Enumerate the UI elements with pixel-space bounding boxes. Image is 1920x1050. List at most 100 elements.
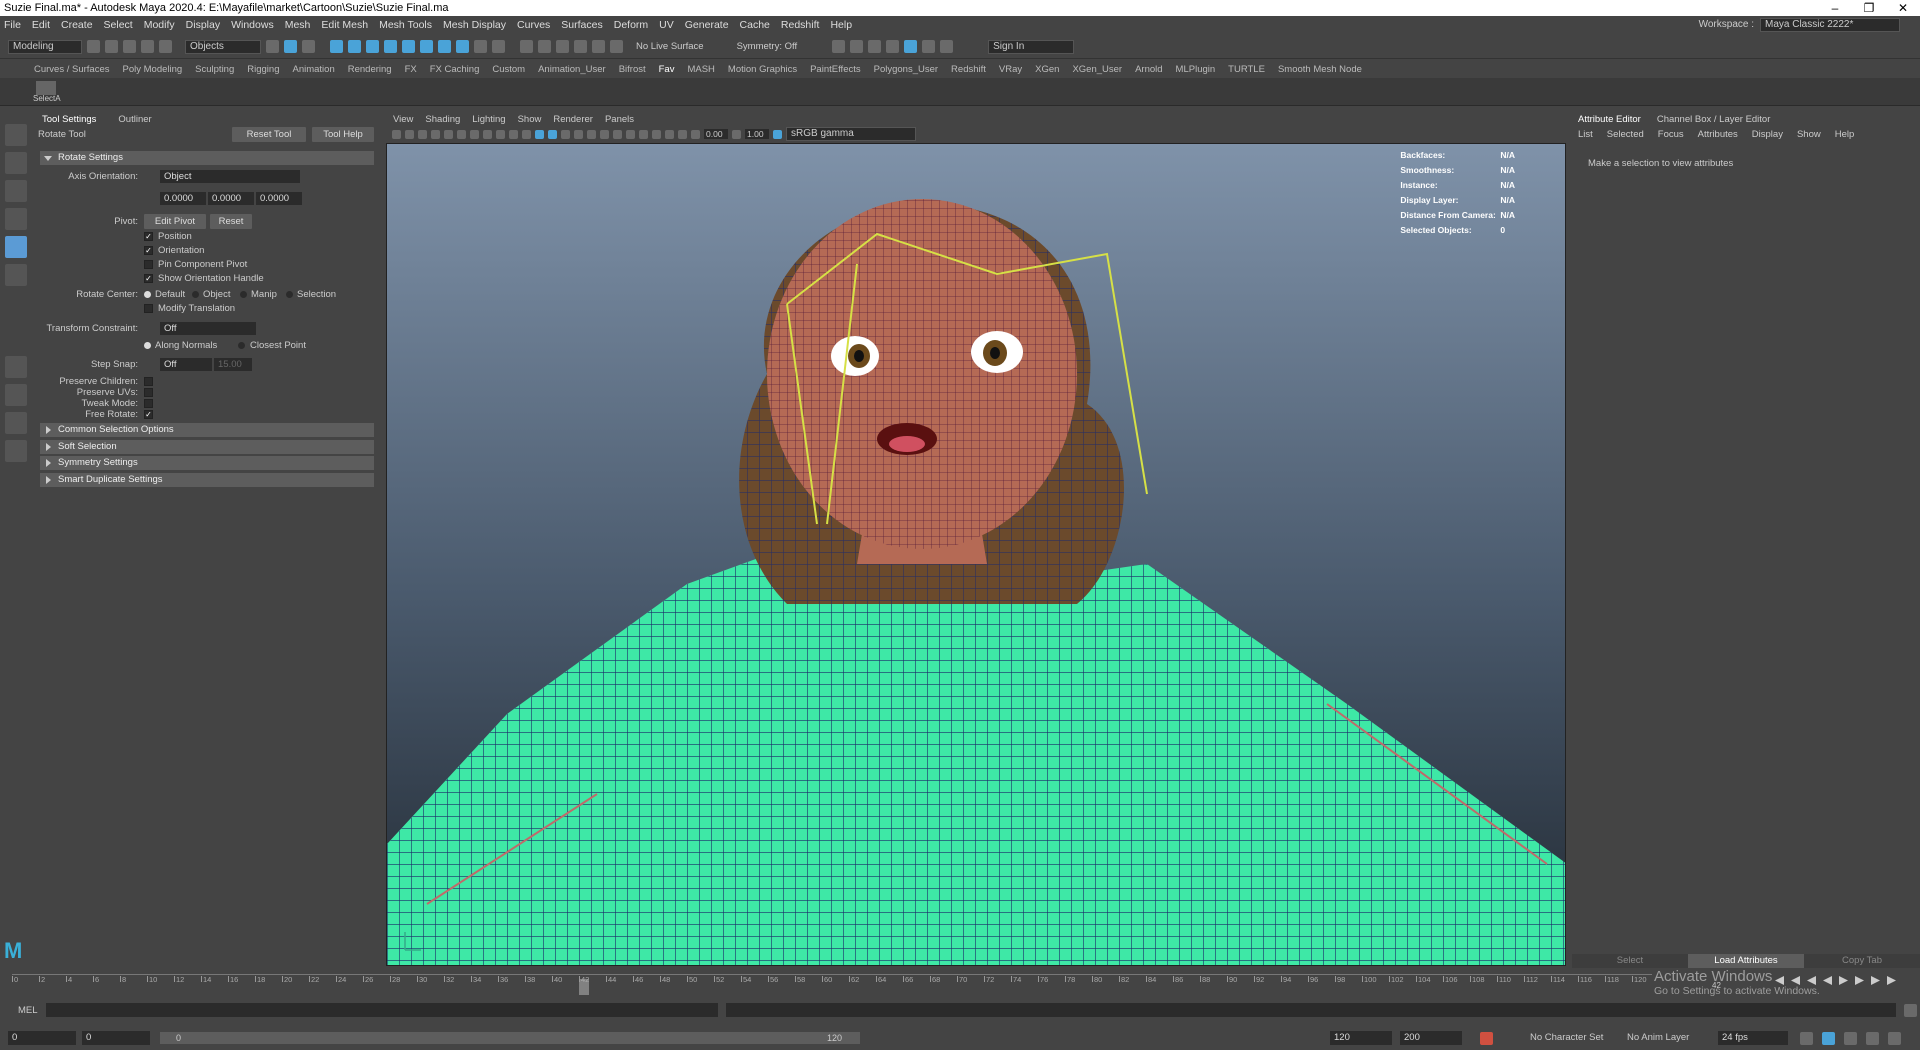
play-forwards-icon[interactable]: [1839, 976, 1848, 985]
select-tool-icon[interactable]: [5, 124, 27, 146]
modify-translation-checkbox[interactable]: [144, 304, 153, 313]
shelf-tab-arnold[interactable]: Arnold: [1135, 64, 1162, 75]
resolution-gate-icon[interactable]: [470, 129, 479, 139]
image-plane-icon[interactable]: [431, 129, 440, 139]
attr-menu-attributes[interactable]: Attributes: [1698, 129, 1738, 140]
step-snap-amount-field[interactable]: 15.00: [214, 358, 252, 371]
render-current-frame-icon[interactable]: [832, 40, 846, 53]
shelf-tab-polygons-user[interactable]: Polygons_User: [874, 64, 938, 75]
select-by-joint-icon[interactable]: [348, 40, 361, 53]
ambient-occlusion-icon[interactable]: [613, 129, 622, 139]
viewport-menu-renderer[interactable]: Renderer: [553, 114, 593, 125]
shelf-tab-sculpting[interactable]: Sculpting: [195, 64, 234, 75]
time-slider[interactable]: 0 2 4 6 8 10 12 14 16 18 20 22 24 26 28 30 32 34 36 38 40 42 4…: [0, 970, 1920, 998]
snap-vertex-icon[interactable]: [610, 40, 623, 53]
viewport-canvas[interactable]: Backfaces: N/A Smoothness: N/A Instance: N/A D…: [386, 143, 1566, 966]
minimize-icon[interactable]: –: [1820, 0, 1850, 16]
select-by-misc-icon[interactable]: [456, 40, 469, 53]
default-material-icon[interactable]: [561, 129, 570, 139]
shadows-icon[interactable]: [600, 129, 609, 139]
attr-menu-focus[interactable]: Focus: [1658, 129, 1684, 140]
tweak-mode-checkbox[interactable]: [144, 399, 153, 408]
select-component-icon[interactable]: [302, 40, 315, 53]
hypershade-icon[interactable]: [886, 40, 900, 53]
shelf-tab-animation[interactable]: Animation: [292, 64, 334, 75]
position-checkbox[interactable]: ✓: [144, 232, 153, 241]
menu-mesh-tools[interactable]: Mesh Tools: [379, 19, 432, 31]
shelf-tab-rigging[interactable]: Rigging: [247, 64, 279, 75]
attr-menu-show[interactable]: Show: [1797, 129, 1821, 140]
shelf-tab-custom[interactable]: Custom: [492, 64, 525, 75]
loop-icon[interactable]: [1800, 1032, 1813, 1045]
highlight-selection-icon[interactable]: [492, 40, 505, 53]
snap-live-icon[interactable]: [592, 40, 605, 53]
select-by-surface-icon[interactable]: [384, 40, 397, 53]
safe-action-icon[interactable]: [509, 129, 518, 139]
xray-icon[interactable]: [665, 129, 674, 139]
go-to-end-icon[interactable]: [1887, 976, 1896, 985]
grid-toggle-icon[interactable]: [444, 129, 453, 139]
tab-tool-settings[interactable]: Tool Settings: [42, 114, 96, 125]
play-backwards-icon[interactable]: [1823, 976, 1832, 985]
scale-tool-icon[interactable]: [5, 264, 27, 286]
step-snap-dropdown[interactable]: Off: [160, 358, 212, 371]
axis-z-field[interactable]: 0.0000: [256, 192, 302, 205]
menu-select[interactable]: Select: [104, 19, 133, 31]
attr-menu-display[interactable]: Display: [1752, 129, 1783, 140]
shelf-tab-turtle[interactable]: TURTLE: [1228, 64, 1265, 75]
menu-deform[interactable]: Deform: [614, 19, 648, 31]
sign-in-dropdown[interactable]: Sign In: [988, 39, 1075, 54]
xray-joints-icon[interactable]: [678, 129, 687, 139]
menu-help[interactable]: Help: [830, 19, 852, 31]
shelf-tab-curves-surfaces[interactable]: Curves / Surfaces: [34, 64, 110, 75]
shelf-tab-mlplugin[interactable]: MLPlugin: [1176, 64, 1216, 75]
rotate-tool-icon[interactable]: [5, 236, 27, 258]
shelf-tab-xgen-user[interactable]: XGen_User: [1072, 64, 1122, 75]
menu-file[interactable]: File: [4, 19, 21, 31]
menu-mesh-display[interactable]: Mesh Display: [443, 19, 506, 31]
time-ruler[interactable]: 0 2 4 6 8 10 12 14 16 18 20 22 24 26 28 30 32 34 36 38 40 42 4…: [12, 974, 1652, 995]
script-editor-icon[interactable]: [1903, 1003, 1917, 1017]
snap-view-plane-icon[interactable]: [574, 40, 587, 53]
lock-selection-icon[interactable]: [474, 40, 487, 53]
select-tool-shelf-icon[interactable]: [36, 81, 56, 95]
range-slider-bar[interactable]: 0 120: [160, 1032, 860, 1044]
auto-key-icon[interactable]: [1480, 1032, 1493, 1045]
gamma-icon[interactable]: [732, 129, 741, 139]
step-forward-frame-icon[interactable]: [1855, 976, 1864, 985]
edit-pivot-button[interactable]: Edit Pivot: [144, 214, 206, 229]
menu-uv[interactable]: UV: [659, 19, 674, 31]
menu-edit-mesh[interactable]: Edit Mesh: [321, 19, 368, 31]
menu-display[interactable]: Display: [186, 19, 220, 31]
exposure-icon[interactable]: [691, 129, 700, 139]
field-chart-icon[interactable]: [496, 129, 505, 139]
cache-icon[interactable]: [1822, 1032, 1835, 1045]
live-surface-label[interactable]: No Live Surface: [636, 41, 704, 52]
isolate-select-icon[interactable]: [652, 129, 661, 139]
shelf-tab-animation-user[interactable]: Animation_User: [538, 64, 606, 75]
shelf-tab-bifrost[interactable]: Bifrost: [619, 64, 646, 75]
snap-grid-icon[interactable]: [520, 40, 533, 53]
new-scene-icon[interactable]: [87, 40, 100, 53]
attr-menu-selected[interactable]: Selected: [1607, 129, 1644, 140]
move-tool-icon[interactable]: [5, 208, 27, 230]
select-object-icon[interactable]: [284, 40, 297, 53]
snap-point-icon[interactable]: [556, 40, 569, 53]
common-selection-options-header[interactable]: Common Selection Options: [40, 423, 374, 437]
select-by-handle-icon[interactable]: [330, 40, 343, 53]
smart-duplicate-settings-header[interactable]: Smart Duplicate Settings: [40, 473, 374, 487]
symmetry-label[interactable]: Symmetry: Off: [737, 41, 798, 52]
bookmark-icon[interactable]: [418, 129, 427, 139]
textured-icon[interactable]: [574, 129, 583, 139]
orientation-checkbox[interactable]: ✓: [144, 246, 153, 255]
axis-orientation-dropdown[interactable]: Object: [160, 170, 300, 183]
viewport-menu-show[interactable]: Show: [518, 114, 542, 125]
snap-curve-icon[interactable]: [538, 40, 551, 53]
shelf-tab-vray[interactable]: VRay: [999, 64, 1022, 75]
menu-generate[interactable]: Generate: [685, 19, 729, 31]
viewport-menu-lighting[interactable]: Lighting: [472, 114, 505, 125]
shelf-tab-fav[interactable]: Fav: [659, 64, 675, 75]
safe-title-icon[interactable]: [522, 129, 531, 139]
attr-menu-help[interactable]: Help: [1835, 129, 1855, 140]
viewport-menu-shading[interactable]: Shading: [425, 114, 460, 125]
